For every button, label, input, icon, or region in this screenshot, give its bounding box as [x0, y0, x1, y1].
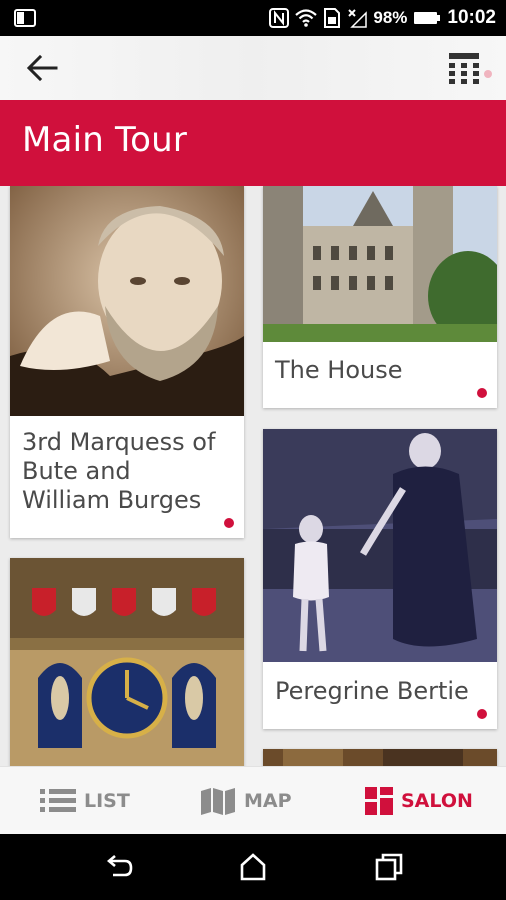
- notification-dot: [484, 70, 492, 78]
- system-back-icon[interactable]: [103, 851, 135, 883]
- system-recents-icon[interactable]: [373, 851, 405, 883]
- nav-map[interactable]: MAP: [200, 767, 292, 835]
- back-button[interactable]: [22, 50, 62, 86]
- toolbar-background: [0, 36, 506, 100]
- tour-card-clock-tower[interactable]: [10, 558, 244, 766]
- woman-child-photo: [263, 429, 497, 662]
- battery-percent: 98%: [373, 8, 408, 27]
- nav-salon-label: SALON: [401, 790, 473, 812]
- card-label: The House: [275, 356, 403, 384]
- page-title: Main Tour: [22, 120, 188, 160]
- top-toolbar: [0, 36, 506, 100]
- bottom-navigation: LIST MAP SALON: [0, 766, 506, 835]
- unread-dot: [477, 388, 487, 398]
- status-bar: 98% 10:02: [0, 0, 506, 36]
- nfc-icon: [269, 8, 290, 28]
- clock-time: 10:02: [447, 7, 496, 28]
- list-icon: [40, 789, 76, 812]
- nav-salon[interactable]: SALON: [365, 767, 473, 835]
- nav-list[interactable]: LIST: [40, 767, 130, 835]
- portrait-photo: [10, 186, 244, 416]
- arrow-left-icon: [26, 54, 58, 82]
- clock-tower-photo: [10, 558, 244, 766]
- nav-list-label: LIST: [84, 790, 130, 812]
- tour-card-peregrine-bertie[interactable]: Peregrine Bertie: [263, 429, 497, 729]
- partial-photo: [263, 749, 497, 766]
- sim-card-icon: [324, 8, 341, 28]
- tour-card-partial[interactable]: [263, 749, 497, 766]
- card-label: Peregrine Bertie: [275, 677, 469, 705]
- battery-icon: [414, 12, 441, 24]
- salon-grid-icon: [365, 787, 393, 815]
- screen-mirror-icon: [14, 9, 36, 27]
- nav-map-label: MAP: [244, 790, 292, 812]
- no-signal-icon: [348, 9, 368, 28]
- wifi-icon: [295, 9, 318, 27]
- map-icon: [201, 788, 235, 815]
- unread-dot: [224, 518, 234, 528]
- tour-card-marquess[interactable]: 3rd Marquess of Bute and William Burges: [10, 186, 244, 538]
- calculator-grid-icon: [449, 53, 479, 84]
- calculator-button[interactable]: [446, 50, 482, 86]
- tour-grid[interactable]: 3rd Marquess of Bute and William Burges …: [0, 186, 506, 766]
- title-band: Main Tour: [0, 100, 506, 186]
- card-label: 3rd Marquess of Bute and William Burges: [22, 428, 216, 514]
- system-navigation-bar: [0, 834, 506, 900]
- system-home-icon[interactable]: [237, 851, 269, 883]
- castle-photo: [263, 186, 497, 342]
- unread-dot: [477, 709, 487, 719]
- tour-card-the-house[interactable]: The House: [263, 186, 497, 408]
